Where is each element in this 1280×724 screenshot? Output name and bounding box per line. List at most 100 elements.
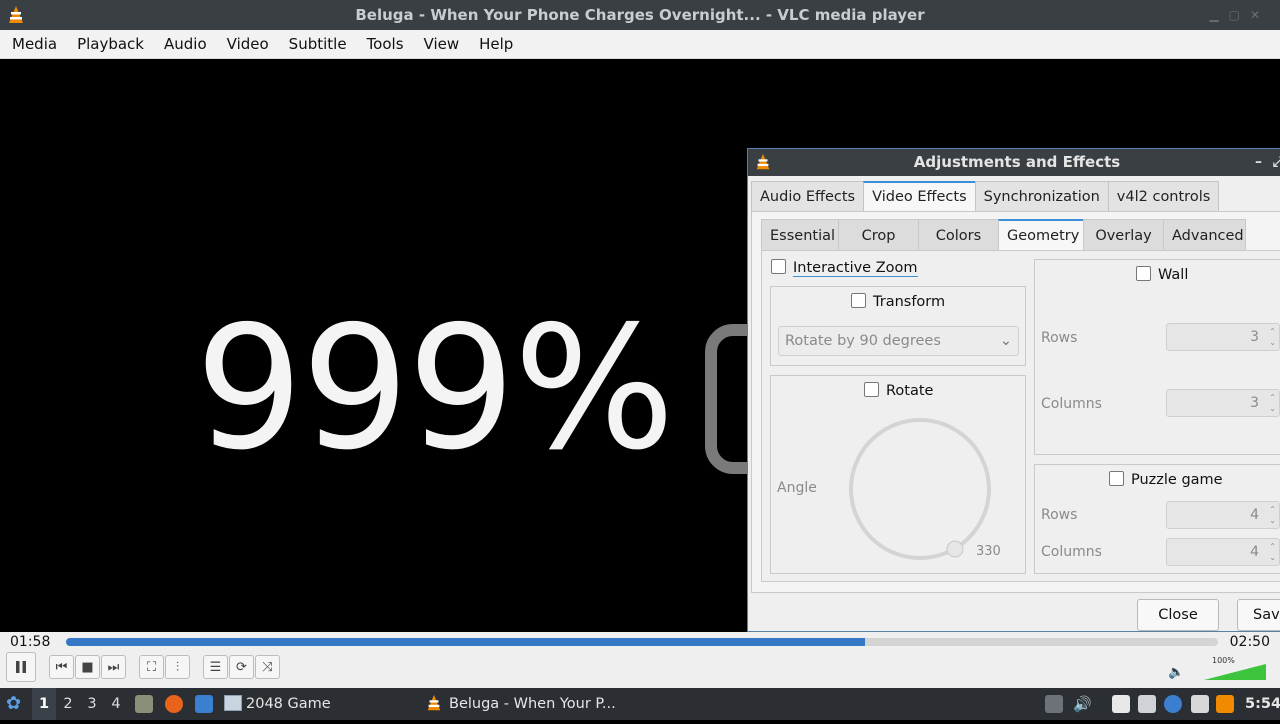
files-icon[interactable] — [135, 695, 153, 713]
checkbox-icon[interactable] — [1136, 266, 1151, 281]
shuffle-button[interactable]: ⤨ — [255, 655, 280, 679]
menu-bar: Media Playback Audio Video Subtitle Tool… — [0, 30, 1280, 59]
rotate-label: Rotate — [886, 383, 934, 399]
tab-video-effects[interactable]: Video Effects — [863, 181, 976, 211]
subtab-advanced[interactable]: Advanced — [1163, 219, 1246, 251]
tab-audio-effects[interactable]: Audio Effects — [751, 181, 865, 211]
spin-arrows-icon[interactable]: ⌃ ⌄ — [1269, 504, 1276, 526]
playlist-button[interactable]: ☰ — [203, 655, 228, 679]
save-button[interactable]: Save — [1237, 599, 1280, 631]
menu-audio[interactable]: Audio — [154, 35, 217, 53]
stop-button[interactable]: ■ — [75, 655, 100, 679]
pause-icon — [16, 661, 26, 673]
window-title-bar: Beluga - When Your Phone Charges Overnig… — [0, 0, 1280, 30]
previous-button[interactable]: ⏮ — [49, 655, 74, 679]
workspace-1[interactable]: 1 — [32, 688, 56, 720]
fullscreen-button[interactable]: ⛶ — [139, 655, 164, 679]
checkbox-icon[interactable] — [864, 382, 879, 397]
taskbar-app-2048-label: 2048 Game — [246, 696, 331, 712]
next-button[interactable]: ⏭ — [101, 655, 126, 679]
video-subtabs: Essential Crop Colors Geometry Overlay A… — [761, 219, 1246, 251]
folder-icon[interactable] — [195, 695, 213, 713]
wall-columns-label: Columns — [1041, 396, 1102, 412]
taskbar-app-vlc[interactable]: Beluga - When Your P... — [425, 688, 616, 724]
volume-slider[interactable]: 100% — [1204, 656, 1266, 680]
checkbox-icon[interactable] — [1109, 471, 1124, 486]
pause-button[interactable] — [6, 652, 36, 682]
speaker-icon[interactable]: 🔈 — [1168, 665, 1184, 680]
menu-video[interactable]: Video — [217, 35, 279, 53]
checkbox-icon[interactable] — [771, 259, 786, 274]
workspace-2[interactable]: 2 — [56, 688, 80, 720]
wall-rows-spinbox[interactable]: 3 ⌃ ⌄ — [1166, 323, 1280, 351]
puzzle-columns-label: Columns — [1041, 544, 1102, 560]
puzzle-rows-value: 4 — [1250, 507, 1259, 523]
firefox-icon[interactable] — [165, 695, 183, 713]
minimize-icon[interactable]: – — [1255, 149, 1262, 176]
transform-checkbox[interactable]: Transform — [851, 293, 945, 310]
menu-media[interactable]: Media — [2, 35, 67, 53]
seek-bar[interactable] — [66, 638, 1218, 646]
mail-icon[interactable] — [1191, 695, 1209, 713]
rotate-group: Rotate Angle 330 — [770, 375, 1026, 574]
workspace-3[interactable]: 3 — [80, 688, 104, 720]
menu-view[interactable]: View — [414, 35, 470, 53]
angle-dial[interactable] — [847, 416, 995, 564]
angle-value: 330 — [976, 544, 1001, 559]
interactive-zoom-checkbox[interactable]: Interactive Zoom — [771, 259, 918, 277]
clock: 5:54 — [1245, 696, 1280, 712]
volume-icon[interactable]: 🔊 — [1073, 688, 1092, 720]
window-title: Beluga - When Your Phone Charges Overnig… — [355, 6, 925, 24]
menu-subtitle[interactable]: Subtitle — [279, 35, 357, 53]
wall-columns-value: 3 — [1250, 395, 1259, 411]
puzzle-columns-value: 4 — [1250, 544, 1259, 560]
menu-playback[interactable]: Playback — [67, 35, 154, 53]
checkbox-icon[interactable] — [851, 293, 866, 308]
puzzle-columns-spinbox[interactable]: 4 ⌃ ⌄ — [1166, 538, 1280, 566]
dial-knob[interactable] — [946, 540, 964, 558]
subtab-crop[interactable]: Crop — [838, 219, 919, 251]
menu-tools[interactable]: Tools — [357, 35, 414, 53]
puzzle-checkbox[interactable]: Puzzle game — [1109, 471, 1223, 488]
subtab-geometry[interactable]: Geometry — [998, 219, 1084, 251]
network-icon[interactable] — [1138, 695, 1156, 713]
window-controls[interactable]: ▁▢✕ — [1209, 0, 1270, 30]
workspace-4[interactable]: 4 — [104, 688, 128, 720]
next-icon: ⏭ — [107, 659, 120, 675]
player-controls: 01:58 02:50 ⏮ ■ ⏭ ⛶ ⫶ ☰ ⟳ ⤨ 🔈 100% — [0, 632, 1280, 688]
info-icon[interactable] — [1164, 695, 1182, 713]
taskbar-app-2048[interactable]: 2048 Game — [224, 688, 331, 720]
puzzle-rows-label: Rows — [1041, 507, 1078, 523]
transform-label: Transform — [873, 294, 946, 310]
clipboard-icon[interactable] — [1112, 695, 1130, 713]
menu-help[interactable]: Help — [469, 35, 523, 53]
fullscreen-icon: ⛶ — [146, 659, 157, 675]
subtab-essential[interactable]: Essential — [761, 219, 839, 251]
close-button[interactable]: Close — [1137, 599, 1219, 631]
spin-arrows-icon[interactable]: ⌃ ⌄ — [1269, 326, 1276, 348]
playlist-icon: ☰ — [209, 659, 222, 675]
subtab-overlay[interactable]: Overlay — [1083, 219, 1164, 251]
tab-synchronization[interactable]: Synchronization — [974, 181, 1109, 211]
puzzle-rows-spinbox[interactable]: 4 ⌃ ⌄ — [1166, 501, 1280, 529]
previous-icon: ⏮ — [55, 659, 68, 675]
app-menu-icon[interactable]: ✿ — [6, 688, 21, 720]
taskbar: ✿ 1 2 3 4 2048 Game Beluga - When Your P… — [0, 688, 1280, 720]
spin-arrows-icon[interactable]: ⌃ ⌄ — [1269, 392, 1276, 414]
wall-checkbox[interactable]: Wall — [1136, 266, 1188, 283]
transform-select[interactable]: Rotate by 90 degrees ⌄ — [778, 326, 1019, 356]
vlc-tray-icon[interactable] — [1216, 695, 1234, 713]
time-elapsed: 01:58 — [10, 634, 51, 650]
puzzle-label: Puzzle game — [1131, 472, 1223, 488]
rotate-checkbox[interactable]: Rotate — [864, 382, 933, 399]
tab-v4l2-controls[interactable]: v4l2 controls — [1107, 181, 1220, 211]
loop-button[interactable]: ⟳ — [229, 655, 254, 679]
maximize-icon[interactable]: ⤢ — [1273, 149, 1280, 176]
spin-arrows-icon[interactable]: ⌃ ⌄ — [1269, 541, 1276, 563]
vlc-cone-icon — [754, 153, 772, 180]
transform-select-value: Rotate by 90 degrees — [785, 333, 941, 349]
wall-columns-spinbox[interactable]: 3 ⌃ ⌄ — [1166, 389, 1280, 417]
extended-settings-button[interactable]: ⫶ — [165, 655, 190, 679]
storage-icon[interactable] — [1045, 695, 1063, 713]
subtab-colors[interactable]: Colors — [918, 219, 999, 251]
